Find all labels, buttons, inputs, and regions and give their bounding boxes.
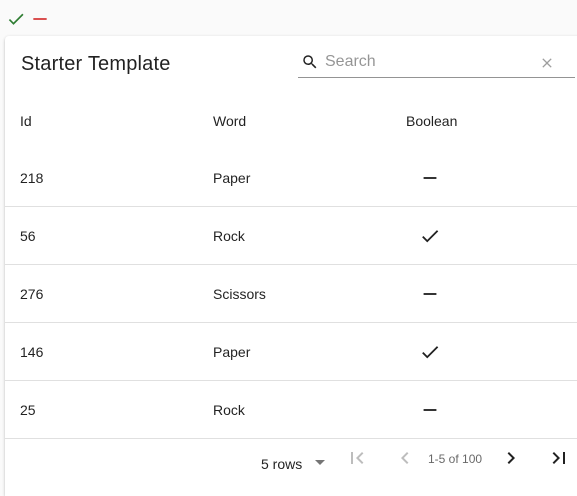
search-icon <box>301 53 319 76</box>
chevron-left-icon <box>393 446 417 475</box>
minus-icon <box>419 399 441 421</box>
cell-boolean <box>420 323 440 380</box>
minus-icon <box>419 283 441 305</box>
table-row[interactable]: 146 Paper <box>5 323 577 381</box>
check-icon <box>419 225 441 247</box>
search-input[interactable] <box>325 50 535 74</box>
table-header-row: Id Word Boolean <box>5 92 577 149</box>
rows-per-page-label: 5 rows <box>261 455 303 472</box>
last-page-button[interactable] <box>547 448 571 472</box>
cell-id: 25 <box>20 401 36 418</box>
cell-id: 56 <box>20 227 36 244</box>
cell-boolean <box>420 207 440 264</box>
cell-boolean <box>420 381 440 438</box>
page-range-label: 1-5 of 100 <box>428 452 483 466</box>
check-icon[interactable] <box>6 9 26 29</box>
column-header-word[interactable]: Word <box>213 92 246 149</box>
next-page-button[interactable] <box>499 448 523 472</box>
cell-word: Scissors <box>213 285 266 302</box>
first-page-button[interactable] <box>345 448 369 472</box>
cell-boolean <box>420 149 440 206</box>
column-header-id[interactable]: Id <box>20 92 32 149</box>
cell-id: 276 <box>20 285 44 302</box>
search-field[interactable] <box>298 48 575 78</box>
cell-id: 218 <box>20 169 44 186</box>
table-row[interactable]: 218 Paper <box>5 149 577 207</box>
first-page-icon <box>345 446 369 475</box>
dropdown-arrow-icon <box>308 450 332 477</box>
cell-word: Paper <box>213 169 251 186</box>
cell-word: Rock <box>213 401 245 418</box>
data-table-card: Starter Template Id Word Boolean 218 Pap… <box>5 36 577 496</box>
cell-word: Rock <box>213 227 245 244</box>
table-row[interactable]: 276 Scissors <box>5 265 577 323</box>
table-row[interactable]: 25 Rock <box>5 381 577 439</box>
chevron-right-icon <box>499 446 523 475</box>
table-row[interactable]: 56 Rock <box>5 207 577 265</box>
minus-icon[interactable] <box>30 9 50 29</box>
table-body: 218 Paper 56 Rock 276 Scissors 146 Paper… <box>5 149 577 439</box>
minus-icon <box>419 167 441 189</box>
cell-word: Paper <box>213 343 251 360</box>
rows-per-page-select[interactable]: 5 rows <box>261 450 332 477</box>
column-header-boolean[interactable]: Boolean <box>406 92 457 149</box>
clear-search-icon[interactable] <box>539 55 555 76</box>
cell-id: 146 <box>20 343 44 360</box>
top-toolbar <box>6 8 50 30</box>
pagination-bar: 5 rows 1-5 of 100 <box>5 434 577 486</box>
previous-page-button[interactable] <box>393 448 417 472</box>
check-icon <box>419 341 441 363</box>
table-title: Starter Template <box>21 53 171 75</box>
last-page-icon <box>547 446 571 475</box>
cell-boolean <box>420 265 440 322</box>
